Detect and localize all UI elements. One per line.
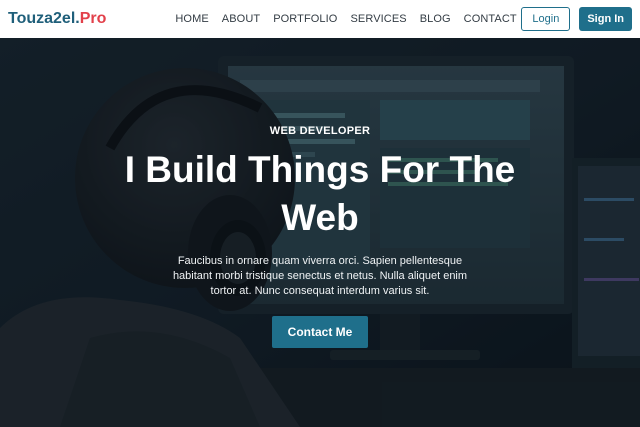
nav-link-about[interactable]: ABOUT	[222, 13, 260, 25]
hero-headline: I Build Things For The Web	[124, 149, 516, 238]
contact-me-button[interactable]: Contact Me	[271, 316, 369, 348]
login-button[interactable]: Login	[521, 7, 571, 31]
nav-link-home[interactable]: HOME	[175, 13, 208, 25]
brand-logo[interactable]: Touza2el.Pro	[8, 10, 106, 28]
nav-link-blog[interactable]: BLOG	[420, 13, 451, 25]
hero-content: WEB DEVELOPER I Build Things For The Web…	[0, 38, 640, 427]
hero-eyebrow: WEB DEVELOPER	[269, 125, 371, 137]
brand-accent: Pro	[79, 10, 107, 27]
brand-name: Touza2el.	[8, 10, 80, 27]
signin-button[interactable]: Sign In	[579, 7, 632, 31]
nav-link-portfolio[interactable]: PORTFOLIO	[273, 13, 337, 25]
nav-link-contact[interactable]: CONTACT	[464, 13, 517, 25]
nav-actions: Login Sign In	[521, 7, 632, 31]
hero-subtext: Faucibus in ornare quam viverra orci. Sa…	[172, 255, 468, 297]
nav-link-services[interactable]: SERVICES	[350, 13, 406, 25]
navbar: Touza2el.Pro HOME ABOUT PORTFOLIO SERVIC…	[0, 0, 640, 38]
main-nav: HOME ABOUT PORTFOLIO SERVICES BLOG CONTA…	[175, 13, 516, 25]
hero-section: WEB DEVELOPER I Build Things For The Web…	[0, 38, 640, 427]
